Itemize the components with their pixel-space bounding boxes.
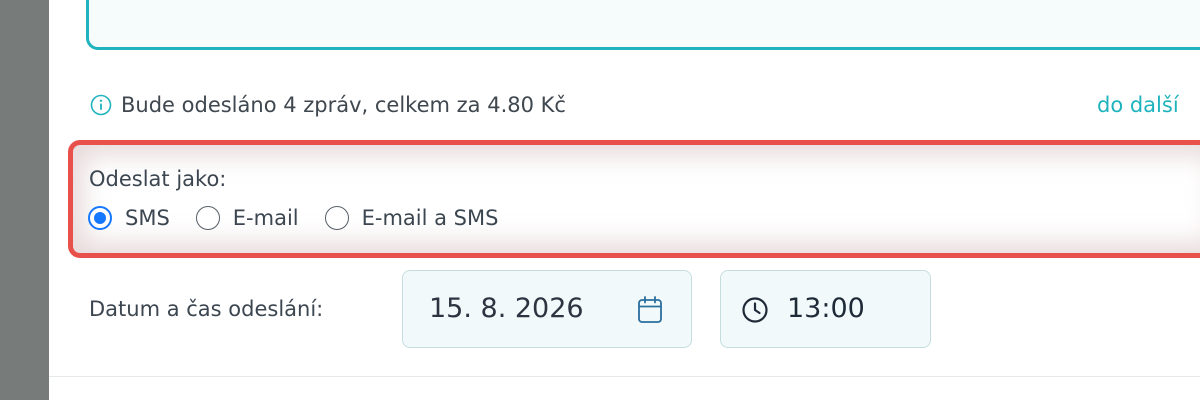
message-count-text: Bude odesláno 4 zpráv, celkem za 4.80 Kč — [121, 93, 566, 117]
next-link[interactable]: do další — [1097, 89, 1179, 121]
send-date-input[interactable]: 15. 8. 2026 — [402, 270, 692, 348]
message-textarea[interactable] — [86, 0, 1200, 50]
info-icon — [90, 94, 112, 116]
send-as-label: Odeslat jako: — [89, 167, 227, 191]
send-time-value: 13:00 — [787, 293, 865, 324]
radio-option-email[interactable]: E-mail — [195, 206, 299, 230]
side-overlay — [0, 0, 49, 400]
calendar-icon[interactable] — [636, 295, 664, 325]
radio-label-email-and-sms: E-mail a SMS — [361, 206, 499, 230]
section-divider — [49, 376, 1200, 377]
radio-button-sms[interactable] — [88, 206, 112, 230]
clock-icon — [742, 297, 768, 323]
radio-button-email-and-sms[interactable] — [324, 206, 349, 230]
radio-option-sms[interactable]: SMS — [88, 206, 170, 230]
message-count-info: Bude odesláno 4 zpráv, celkem za 4.80 Kč — [90, 89, 566, 121]
radio-option-email-and-sms[interactable]: E-mail a SMS — [324, 206, 499, 230]
send-datetime-label: Datum a čas odeslání: — [89, 297, 324, 321]
radio-label-email: E-mail — [232, 206, 299, 230]
radio-button-email[interactable] — [195, 206, 220, 230]
send-date-value: 15. 8. 2026 — [429, 293, 584, 324]
page: Bude odesláno 4 zpráv, celkem za 4.80 Kč… — [0, 0, 1200, 400]
send-as-highlight — [68, 140, 1200, 258]
send-time-input[interactable]: 13:00 — [720, 270, 931, 348]
radio-label-sms: SMS — [125, 206, 170, 230]
send-as-radio-group: SMS E-mail E-mail a SMS — [88, 202, 524, 234]
